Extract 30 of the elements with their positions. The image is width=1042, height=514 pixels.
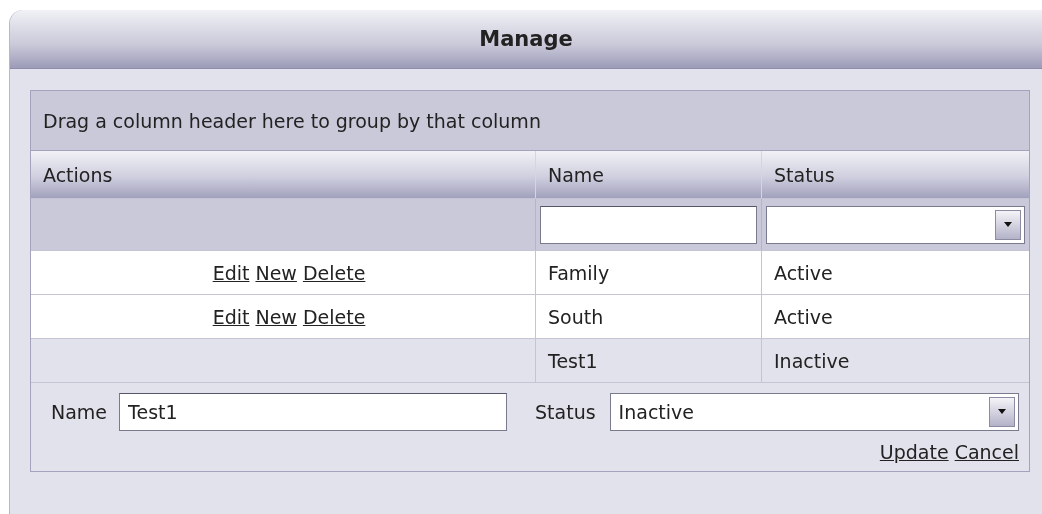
action-link[interactable]: Delete bbox=[302, 305, 366, 328]
grid-row[interactable]: Edit New Delete Family Active bbox=[31, 251, 1029, 295]
editing-row[interactable]: Test1 Inactive bbox=[31, 339, 1029, 383]
caret-icon bbox=[1003, 221, 1013, 228]
status-dropdown[interactable]: Inactive bbox=[609, 393, 1019, 431]
table-cell: Active bbox=[774, 305, 833, 328]
form-link[interactable]: Update bbox=[879, 441, 949, 463]
action-link[interactable]: New bbox=[255, 261, 297, 284]
status-label: Status bbox=[535, 401, 596, 423]
group-hint: Drag a column header here to group by that column bbox=[43, 109, 541, 132]
window-title: Manage bbox=[479, 27, 573, 51]
table-cell: South bbox=[548, 305, 604, 328]
table-cell: Test1 bbox=[548, 349, 598, 372]
caret-icon bbox=[997, 409, 1007, 415]
name-field[interactable]: Test1 bbox=[119, 393, 508, 431]
column-header[interactable]: Name bbox=[536, 151, 762, 198]
table-cell: Inactive bbox=[774, 349, 850, 372]
action-link[interactable]: New bbox=[255, 305, 297, 328]
action-link[interactable]: Edit bbox=[212, 261, 250, 284]
table-cell: Active bbox=[774, 261, 833, 284]
column-header[interactable]: Status bbox=[762, 151, 1029, 198]
status-filter-dropdown[interactable] bbox=[766, 205, 1025, 244]
action-link[interactable]: Edit bbox=[212, 305, 250, 328]
action-link[interactable]: Delete bbox=[302, 261, 366, 284]
table-cell: Family bbox=[548, 261, 610, 284]
grid-row[interactable]: Edit New Delete South Active bbox=[31, 295, 1029, 339]
name-label: Name bbox=[51, 401, 108, 423]
name-filter-field[interactable] bbox=[540, 205, 757, 244]
column-header[interactable]: Actions bbox=[31, 151, 536, 198]
form-link[interactable]: Cancel bbox=[954, 441, 1019, 463]
